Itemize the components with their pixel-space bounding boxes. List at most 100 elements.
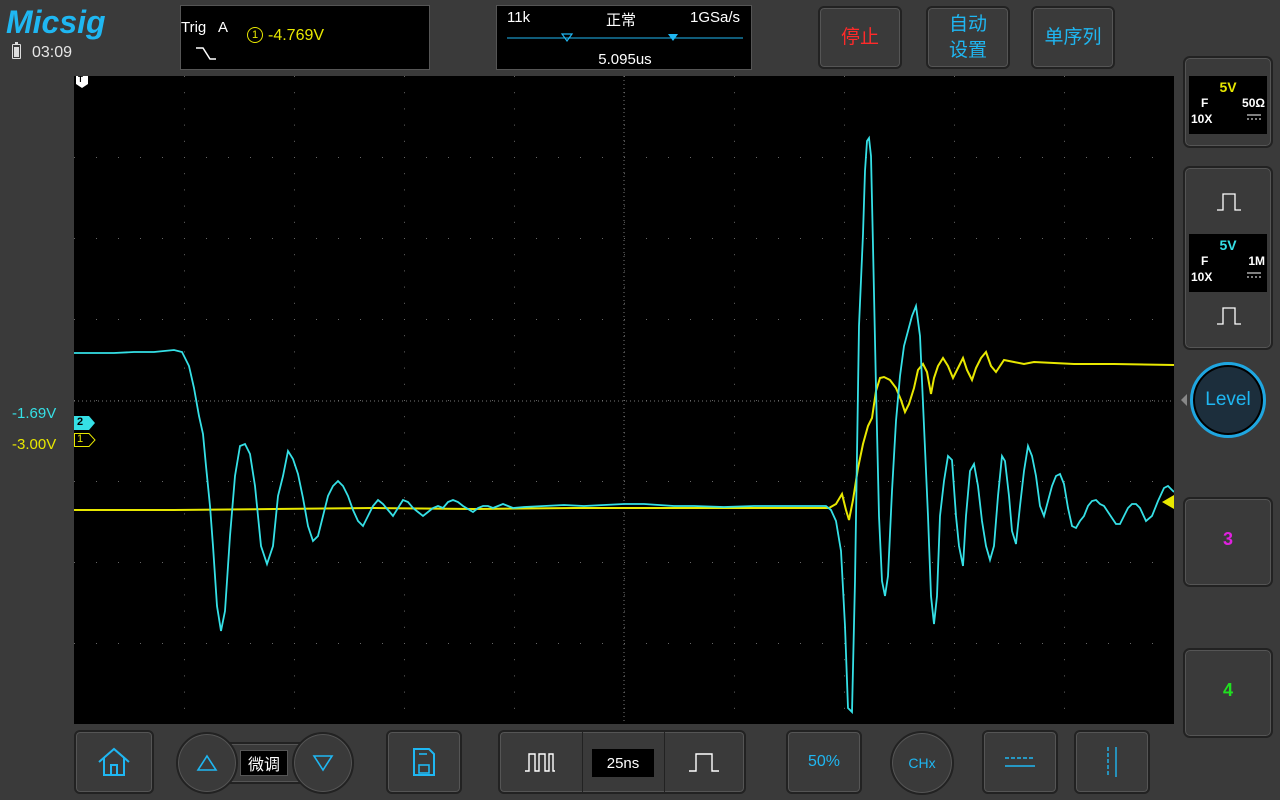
grid-dot <box>228 400 229 401</box>
grid-dot <box>844 545 845 547</box>
grid-dot <box>602 562 603 563</box>
grid-dot <box>646 238 647 239</box>
grid-dot <box>404 562 405 563</box>
home-button[interactable] <box>74 730 154 794</box>
single-sequence-button[interactable]: 单序列 <box>1031 6 1115 69</box>
horizontal-cursor-button[interactable] <box>982 730 1058 794</box>
timebase-info-panel[interactable]: 11k 正常 1GSa/s 5.095us <box>496 5 752 70</box>
grid-dot <box>448 481 449 482</box>
grid-dot <box>448 400 449 401</box>
waveform-display[interactable]: T 2 1 <box>74 75 1174 724</box>
trigger-channel-badge: 1 <box>247 27 263 43</box>
ch1-settings-card[interactable]: 5V F 50Ω 10X <box>1183 56 1273 148</box>
grid-dot <box>536 643 537 644</box>
timebase-faster-button[interactable] <box>500 732 580 792</box>
grid-dot <box>294 594 295 596</box>
grid-dot <box>316 643 317 644</box>
grid-dot <box>954 707 955 709</box>
grid-dot <box>800 562 801 563</box>
grid-dot <box>690 481 691 482</box>
grid-dot <box>954 140 955 142</box>
grid-dot <box>536 562 537 563</box>
falling-edge-icon <box>196 47 216 60</box>
grid-dot <box>624 594 625 596</box>
grid-dot <box>140 400 141 401</box>
grid-dot <box>250 157 251 158</box>
grid-dot <box>1042 319 1043 320</box>
grid-dot <box>184 335 185 337</box>
grid-dot <box>184 513 185 515</box>
auto-setup-button[interactable]: 自动 设置 <box>926 6 1010 69</box>
grid-dot <box>756 157 757 158</box>
grid-dot <box>338 238 339 239</box>
grid-dot <box>514 173 515 175</box>
grid-dot <box>734 513 735 515</box>
ch3-button[interactable]: 3 <box>1183 497 1273 587</box>
grid-dot <box>778 238 779 239</box>
grid-dot <box>426 319 427 320</box>
grid-dot <box>844 76 845 77</box>
grid-dot <box>514 205 515 207</box>
grid-dot <box>668 643 669 644</box>
ch2-settings-card[interactable]: 5V F 1M 10X <box>1183 166 1273 350</box>
grid-dot <box>404 286 405 288</box>
grid-dot <box>800 319 801 320</box>
grid-dot <box>734 481 735 482</box>
fine-adjust-toggle[interactable]: 微调 <box>240 750 288 776</box>
timebase-slower-button[interactable] <box>664 732 744 792</box>
grid-dot <box>404 497 405 499</box>
grid-dot <box>294 302 295 304</box>
grid-dot <box>338 643 339 644</box>
grid-dot <box>1064 205 1065 207</box>
grid-dot <box>1042 562 1043 563</box>
grid-dot <box>1064 707 1065 709</box>
grid-dot <box>140 562 141 563</box>
trigger-info-panel[interactable]: Trig A 1 -4.769V <box>180 5 430 70</box>
grid-dot <box>932 481 933 482</box>
grid-dot <box>1064 270 1065 272</box>
save-button[interactable] <box>386 730 462 794</box>
grid-dot <box>118 643 119 644</box>
grid-dot <box>514 707 515 709</box>
ch2-info-box: 5V F 1M 10X <box>1189 234 1267 292</box>
adjust-up-button[interactable] <box>176 732 238 794</box>
grid-dot <box>954 610 955 612</box>
trigger-level-marker[interactable] <box>1160 495 1174 509</box>
trigger-source-letter: A <box>218 19 229 36</box>
grid-dot <box>734 545 735 547</box>
stop-button[interactable]: 停止 <box>818 6 902 69</box>
grid-dot <box>404 529 405 531</box>
grid-dot <box>184 302 185 304</box>
grid-dot <box>778 643 779 644</box>
grid-dot <box>756 643 757 644</box>
grid-dot <box>184 270 185 272</box>
adjust-down-button[interactable] <box>292 732 354 794</box>
grid-dot <box>360 562 361 563</box>
grid-dot <box>360 481 361 482</box>
grid-dot <box>404 626 405 628</box>
grid-dot <box>514 270 515 272</box>
grid-dot <box>382 238 383 239</box>
grid-dot <box>1064 659 1065 661</box>
grid-dot <box>404 157 405 158</box>
grid-dot <box>844 400 845 401</box>
grid-dot <box>954 464 955 466</box>
grid-dot <box>272 400 273 401</box>
grid-dot <box>184 594 185 596</box>
grid-dot <box>184 626 185 628</box>
grid-dot <box>734 675 735 677</box>
grid-dot <box>426 562 427 563</box>
grid-dot <box>800 643 801 644</box>
grid-dot <box>1064 545 1065 547</box>
grid-dot <box>844 221 845 223</box>
chx-button[interactable]: CHx <box>890 731 954 795</box>
fifty-percent-button[interactable]: 50% <box>786 730 862 794</box>
grid-dot <box>404 594 405 596</box>
grid-dot <box>404 319 405 320</box>
memory-position-bar <box>507 33 743 43</box>
grid-dot <box>250 319 251 320</box>
vertical-cursor-button[interactable] <box>1074 730 1150 794</box>
level-knob-button[interactable]: Level <box>1190 362 1266 438</box>
home-icon <box>98 747 130 776</box>
ch4-button[interactable]: 4 <box>1183 648 1273 738</box>
